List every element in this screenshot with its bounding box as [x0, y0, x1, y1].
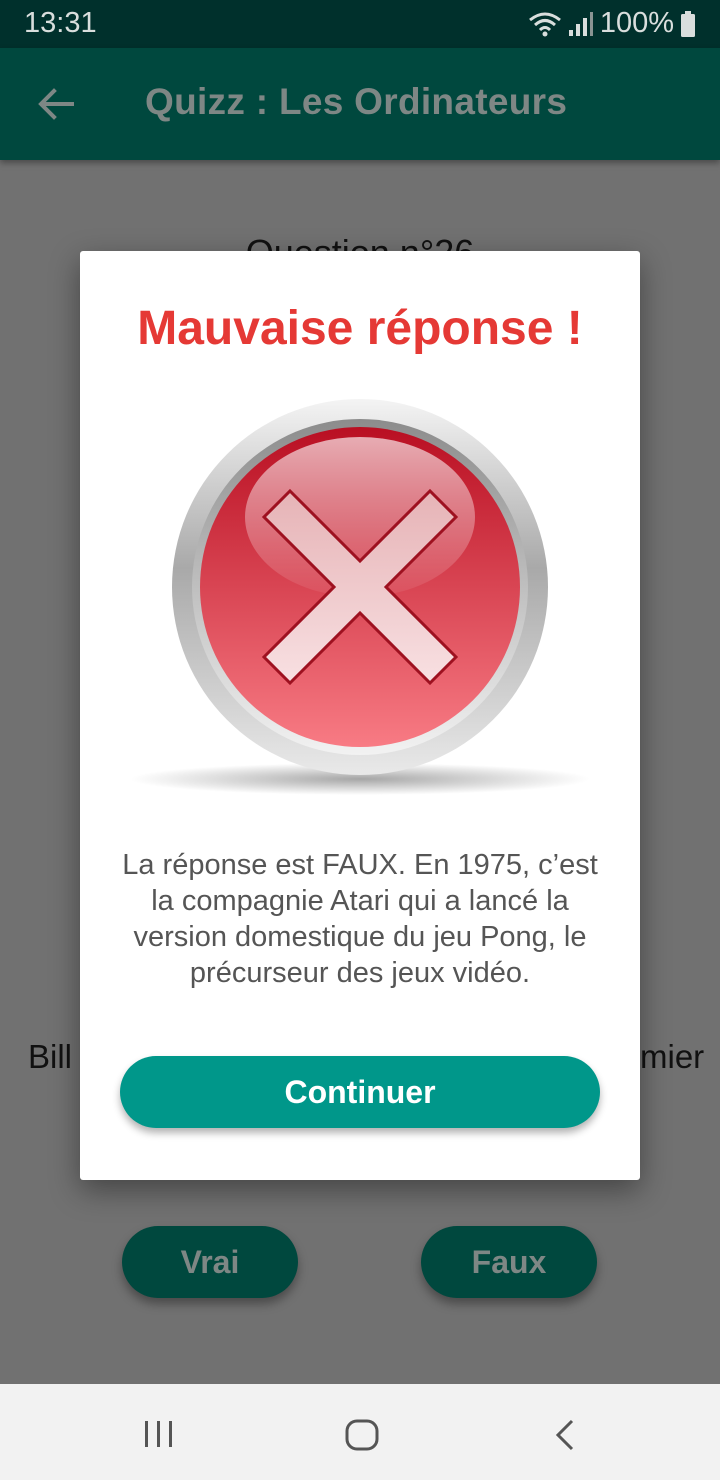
wrong-answer-x-icon [130, 399, 590, 795]
status-icons: 100% [528, 7, 696, 40]
home-icon[interactable] [344, 1418, 380, 1452]
back-nav-icon[interactable] [552, 1418, 578, 1452]
recent-apps-icon[interactable] [142, 1419, 176, 1449]
battery-percent: 100% [599, 7, 674, 39]
dialog-message: La réponse est FAUX. En 1975, c’est la c… [122, 849, 598, 989]
status-time: 13:31 [24, 7, 97, 39]
result-dialog: Mauvaise réponse ! La réponse est FAUX. … [80, 251, 640, 1180]
wifi-icon [528, 12, 561, 36]
status-bar: 13:31 100% [0, 0, 720, 48]
navigation-bar [0, 1384, 720, 1480]
battery-icon [681, 10, 695, 37]
question-text-left: Bill [28, 1038, 73, 1075]
false-button[interactable]: Faux [421, 1226, 597, 1298]
continue-button[interactable]: Continuer [120, 1056, 600, 1128]
arrow-left-icon[interactable] [36, 84, 76, 124]
page-title: Quizz : Les Ordinateurs [145, 81, 568, 122]
question-text-right: mier [640, 1038, 705, 1075]
dialog-title: Mauvaise réponse ! [137, 302, 583, 355]
app-bar: Quizz : Les Ordinateurs [0, 48, 720, 160]
true-button[interactable]: Vrai [122, 1226, 298, 1298]
signal-icon [568, 11, 593, 36]
